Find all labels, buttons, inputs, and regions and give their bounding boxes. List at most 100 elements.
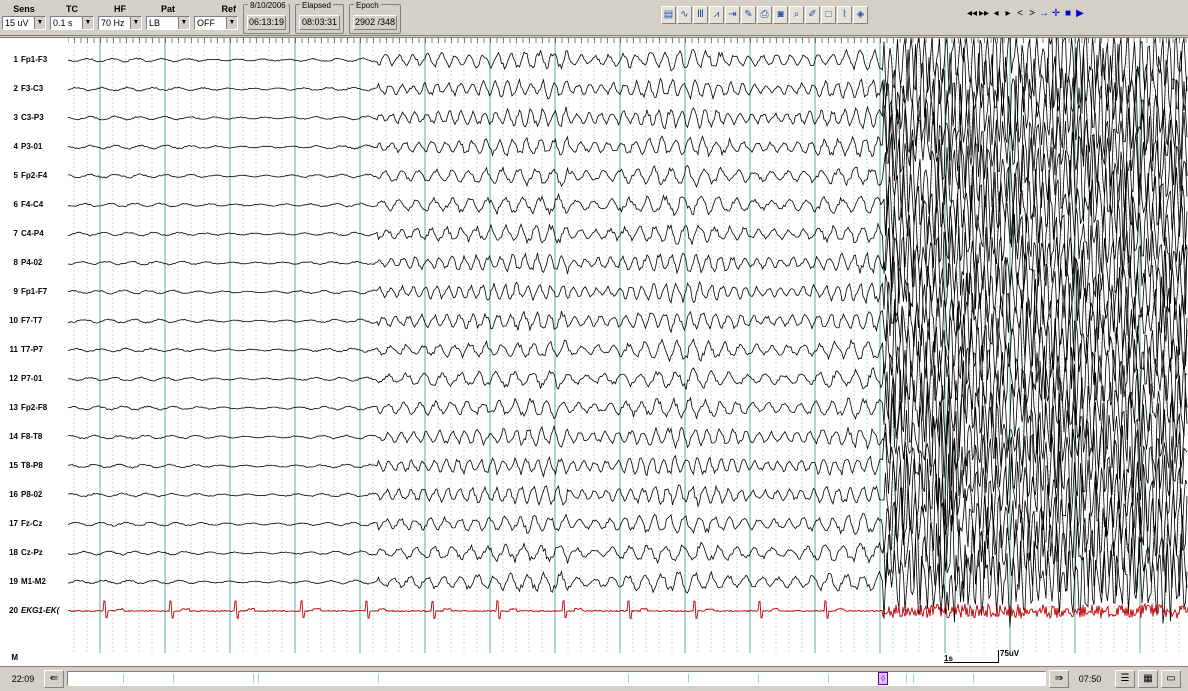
channel-label[interactable]: 17 Fz-Cz <box>2 517 68 531</box>
channel-label[interactable]: 18 Cz-Pz <box>2 546 68 560</box>
ref-control: Ref OFF ▼ <box>194 2 238 30</box>
channel-label[interactable]: 11 T7-P7 <box>2 343 68 357</box>
channel-name: M1-M2 <box>21 577 46 586</box>
channel-label[interactable]: 3 C3-P3 <box>2 111 68 125</box>
chevron-down-icon[interactable]: ▼ <box>226 17 237 29</box>
channel-number: 9 <box>13 287 18 296</box>
channel-name: P4-02 <box>21 258 43 267</box>
view-list-button[interactable]: ☰ <box>1115 670 1135 688</box>
channel-label[interactable]: 7 C4-P4 <box>2 227 68 241</box>
go-end-button[interactable]: ⇛ <box>1049 670 1069 688</box>
channel-label[interactable]: 15 T8-P8 <box>2 459 68 473</box>
ekg-trace <box>68 599 1188 620</box>
channel-label[interactable]: 10 F7-T7 <box>2 314 68 328</box>
view-screen-button[interactable]: ▭ <box>1161 670 1181 688</box>
channel-number: 10 <box>9 316 18 325</box>
channel-label[interactable]: 9 Fp1-F7 <box>2 285 68 299</box>
tc-control: TC 0.1 s ▼ <box>50 2 94 30</box>
video-icon[interactable]: ◈ <box>853 6 868 24</box>
prev-second-button[interactable]: < <box>1014 6 1026 22</box>
ref-value: OFF <box>197 18 215 28</box>
channel-label[interactable]: 16 P8-02 <box>2 488 68 502</box>
zoom-icon[interactable]: ⌕ <box>789 6 804 24</box>
filter-icon[interactable]: ∿ <box>677 6 692 24</box>
chevron-down-icon[interactable]: ▼ <box>82 17 93 29</box>
channel-label[interactable]: 14 F8-T8 <box>2 430 68 444</box>
ref-select[interactable]: OFF ▼ <box>194 16 238 30</box>
prev-page-button[interactable]: ◂ <box>990 6 1002 22</box>
eeg-trace <box>68 267 1188 370</box>
next-second-button[interactable]: > <box>1026 6 1038 22</box>
end-time: 07:50 <box>1078 674 1102 684</box>
channels-icon[interactable]: Ⅲ <box>693 6 708 24</box>
channel-number: 16 <box>9 490 18 499</box>
first-page-button[interactable]: ◂◂ <box>966 6 978 22</box>
ref-label: Ref <box>221 4 236 14</box>
amplitude-scale-label: 75uV <box>1000 649 1020 658</box>
eeg-trace <box>68 99 1188 193</box>
sens-select[interactable]: 15 uV ▼ <box>2 16 46 30</box>
marker-icon[interactable]: ⇥ <box>725 6 740 24</box>
channel-label[interactable]: 6 F4-C4 <box>2 198 68 212</box>
play-button[interactable]: ▶ <box>1074 6 1086 22</box>
hf-label: HF <box>114 4 126 14</box>
go-start-button[interactable]: ⇚ <box>44 670 64 688</box>
channel-label[interactable]: 13 Fp2-F8 <box>2 401 68 415</box>
eeg-trace <box>68 131 1188 223</box>
channel-name: P8-02 <box>21 490 43 499</box>
channel-name: Fp2-F4 <box>21 171 48 180</box>
print-icon[interactable]: ⎙ <box>757 6 772 24</box>
channel-label[interactable]: 1 Fp1-F3 <box>2 53 68 67</box>
chevron-down-icon[interactable]: ▼ <box>34 17 45 29</box>
channel-number: 1 <box>13 55 18 64</box>
channel-label[interactable]: 4 P3-01 <box>2 140 68 154</box>
channel-name: T7-P7 <box>21 345 43 354</box>
channel-label[interactable]: 20 EKG1-EK( <box>2 604 68 618</box>
channel-label[interactable]: 8 P4-02 <box>2 256 68 270</box>
view-grid-button[interactable]: ▦ <box>1138 670 1158 688</box>
channel-number: 13 <box>9 403 18 412</box>
timeline-scrollbar[interactable]: ◊ <box>67 671 1046 686</box>
channel-number: 5 <box>13 171 18 180</box>
forward-button[interactable]: → <box>1038 6 1050 22</box>
list-icon: ☰ <box>1120 673 1130 684</box>
pen-icon[interactable]: ✐ <box>805 6 820 24</box>
timeline-thumb[interactable]: ◊ <box>878 672 888 685</box>
cursor-button[interactable]: ✛ <box>1050 6 1062 22</box>
channel-label[interactable]: 12 P7-01 <box>2 372 68 386</box>
hf-control: HF 70 Hz ▼ <box>98 2 142 30</box>
blank-icon[interactable]: □ <box>821 6 836 24</box>
eeg-trace <box>68 44 1188 136</box>
spike-icon[interactable]: ⌇ <box>837 6 852 24</box>
pat-label: Pat <box>160 4 175 14</box>
tc-select[interactable]: 0.1 s ▼ <box>50 16 94 30</box>
channel-label[interactable]: 5 Fp2-F4 <box>2 169 68 183</box>
timeline-event-tick <box>628 674 629 683</box>
epoch-legend: Epoch <box>354 1 381 10</box>
channel-labels: 1 Fp1-F3 2 F3-C3 3 C3-P3 4 P3-01 5 Fp2-F4 6 F4-C4 7 C… <box>0 38 68 667</box>
timeline-event-tick <box>173 674 174 683</box>
montage-icon[interactable]: ▤ <box>661 6 676 24</box>
folder-arrow-icon: ⇚ <box>49 673 59 684</box>
chevron-down-icon[interactable]: ▼ <box>178 17 189 29</box>
hf-select[interactable]: 70 Hz ▼ <box>98 16 142 30</box>
pat-select[interactable]: LB ▼ <box>146 16 190 30</box>
chevron-down-icon[interactable]: ▼ <box>130 17 141 29</box>
sens-value: 15 uV <box>5 18 29 28</box>
timeline-event-tick <box>688 674 689 683</box>
stop-button[interactable]: ■ <box>1062 6 1074 22</box>
marker-label: M <box>11 653 18 662</box>
channel-label[interactable]: 2 F3-C3 <box>2 82 68 96</box>
date-legend: 8/10/2006 <box>248 1 288 10</box>
next-page-button[interactable]: ▸ <box>1002 6 1014 22</box>
next-fast-button[interactable]: ▸▸ <box>978 6 990 22</box>
channel-name: F7-T7 <box>21 316 43 325</box>
note-icon[interactable]: ✎ <box>741 6 756 24</box>
camera-icon[interactable]: ◙ <box>773 6 788 24</box>
channel-label[interactable]: 19 M1-M2 <box>2 575 68 589</box>
trend-icon[interactable]: ⩘ <box>709 6 724 24</box>
channel-name: F4-C4 <box>21 200 44 209</box>
start-time: 22:09 <box>11 674 35 684</box>
eeg-waveform-canvas[interactable] <box>68 38 1188 667</box>
folder-arrow-icon: ⇛ <box>1054 673 1064 684</box>
